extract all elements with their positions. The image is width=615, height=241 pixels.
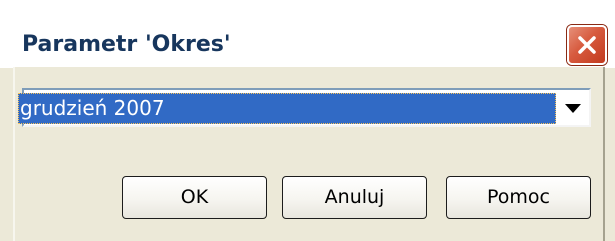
- close-button[interactable]: [567, 25, 607, 65]
- ok-button[interactable]: OK: [122, 176, 267, 219]
- help-button[interactable]: Pomoc: [446, 176, 591, 219]
- dialog-title: Parametr 'Okres': [22, 32, 231, 57]
- help-button-label: Pomoc: [487, 186, 550, 208]
- title-bar[interactable]: Parametr 'Okres': [0, 0, 615, 68]
- ok-button-label: OK: [180, 186, 209, 208]
- dropdown-selected-value[interactable]: grudzień 2007: [20, 93, 165, 124]
- chevron-down-icon: [565, 104, 581, 113]
- dialog-window: Parametr 'Okres' grudzień 2007 OK Anuluj…: [0, 0, 615, 241]
- close-icon: [578, 36, 596, 54]
- cancel-button[interactable]: Anuluj: [282, 176, 427, 219]
- dropdown-arrow-button[interactable]: [560, 93, 588, 124]
- cancel-button-label: Anuluj: [324, 186, 385, 208]
